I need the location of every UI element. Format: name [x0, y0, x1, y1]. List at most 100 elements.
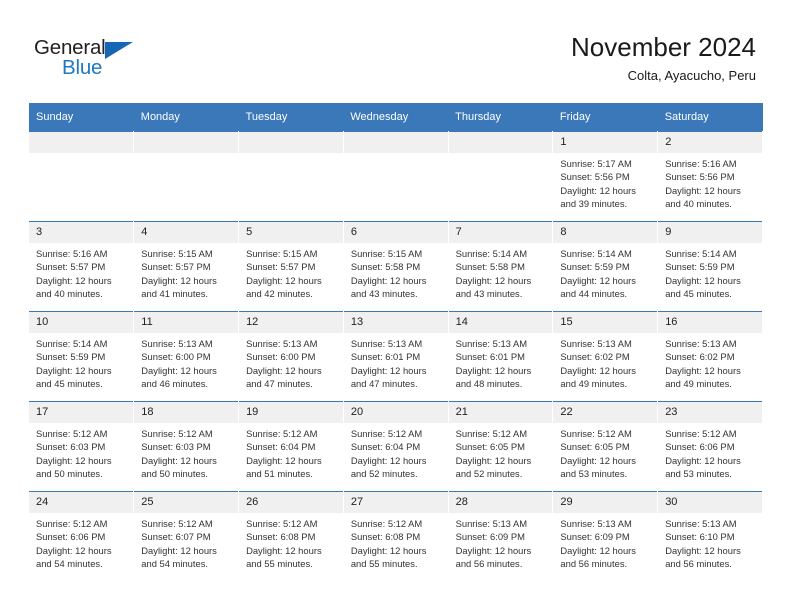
calendar-day-cell[interactable]: 25 Sunrise: 5:12 AM Sunset: 6:07 PM Dayligh… [133, 491, 240, 581]
daylight-text: Daylight: 12 hours and 47 minutes. [350, 364, 427, 390]
calendar-day-cell[interactable]: 9 Sunrise: 5:14 AM Sunset: 5:59 PM Daylight… [657, 221, 763, 312]
calendar-week-row: 1 Sunrise: 5:17 AM Sunset: 5:56 PM Daylight… [29, 131, 763, 222]
sunset-text: Sunset: 6:04 PM [350, 441, 421, 453]
sunset-text: Sunset: 5:58 PM [350, 261, 421, 273]
calendar-week-row: 10 Sunrise: 5:14 AM Sunset: 5:59 PM Dayligh… [29, 311, 763, 402]
daylight-text: Daylight: 12 hours and 48 minutes. [455, 364, 532, 390]
calendar-day-cell[interactable]: 10 Sunrise: 5:14 AM Sunset: 5:59 PM Dayligh… [29, 311, 135, 402]
calendar-day-cell[interactable]: 22 Sunrise: 5:12 AM Sunset: 6:05 PM Dayligh… [552, 401, 659, 492]
day-number [448, 132, 553, 153]
day-number: 25 [134, 492, 239, 513]
calendar-day-cell[interactable]: 30 Sunrise: 5:13 AM Sunset: 6:10 PM Dayligh… [657, 491, 763, 581]
calendar-day-cell[interactable]: 6 Sunrise: 5:15 AM Sunset: 5:58 PM Daylight… [343, 221, 449, 312]
sunset-text: Sunset: 6:02 PM [560, 351, 630, 363]
sunrise-text: Sunrise: 5:13 AM [455, 518, 528, 529]
logo-text-blue: Blue [62, 56, 103, 79]
calendar-day-cell[interactable]: 1 Sunrise: 5:17 AM Sunset: 5:56 PM Daylight… [552, 131, 659, 222]
day-sun-info: Sunrise: 5:12 AM Sunset: 6:06 PM Daylight:… [29, 513, 133, 571]
day-sun-info: Sunrise: 5:15 AM Sunset: 5:57 PM Daylight:… [134, 243, 238, 301]
sunset-text: Sunset: 5:59 PM [665, 261, 735, 273]
calendar-day-cell[interactable]: 17 Sunrise: 5:12 AM Sunset: 6:03 PM Dayligh… [29, 401, 135, 492]
sunrise-text: Sunrise: 5:15 AM [141, 248, 213, 259]
sunset-text: Sunset: 5:58 PM [455, 261, 525, 273]
calendar-day-cell[interactable]: 13 Sunrise: 5:13 AM Sunset: 6:01 PM Dayligh… [343, 311, 449, 402]
sunrise-text: Sunrise: 5:13 AM [141, 338, 213, 349]
day-number [29, 132, 134, 153]
sunset-text: Sunset: 6:05 PM [560, 441, 630, 453]
daylight-text: Daylight: 12 hours and 53 minutes. [560, 454, 636, 480]
calendar-day-cell[interactable]: 3 Sunrise: 5:16 AM Sunset: 5:57 PM Daylight… [29, 221, 135, 312]
daylight-text: Daylight: 12 hours and 49 minutes. [560, 364, 636, 390]
daylight-text: Daylight: 12 hours and 44 minutes. [560, 274, 636, 300]
day-number [343, 132, 448, 153]
calendar-day-cell[interactable]: 12 Sunrise: 5:13 AM Sunset: 6:00 PM Dayligh… [238, 311, 344, 402]
day-sun-info: Sunrise: 5:13 AM Sunset: 6:01 PM Daylight:… [344, 333, 448, 391]
sunrise-text: Sunrise: 5:15 AM [246, 248, 318, 259]
calendar-day-cell[interactable]: 4 Sunrise: 5:15 AM Sunset: 5:57 PM Daylight… [133, 221, 240, 312]
calendar-day-cell[interactable]: 28 Sunrise: 5:13 AM Sunset: 6:09 PM Dayligh… [448, 491, 554, 581]
sunset-text: Sunset: 6:07 PM [141, 531, 211, 543]
calendar-day-cell[interactable]: 15 Sunrise: 5:13 AM Sunset: 6:02 PM Dayligh… [552, 311, 659, 402]
day-sun-info: Sunrise: 5:13 AM Sunset: 6:09 PM Daylight:… [449, 513, 553, 571]
calendar-day-cell[interactable]: 27 Sunrise: 5:12 AM Sunset: 6:08 PM Dayligh… [343, 491, 449, 581]
calendar-day-cell[interactable]: 29 Sunrise: 5:13 AM Sunset: 6:09 PM Dayligh… [552, 491, 659, 581]
calendar-day-cell[interactable]: 2 Sunrise: 5:16 AM Sunset: 5:56 PM Daylight… [657, 131, 763, 222]
sunrise-text: Sunrise: 5:13 AM [665, 338, 737, 349]
calendar-day-cell[interactable]: 11 Sunrise: 5:13 AM Sunset: 6:00 PM Dayligh… [133, 311, 240, 402]
daylight-text: Daylight: 12 hours and 46 minutes. [141, 364, 217, 390]
day-number: 7 [448, 222, 553, 243]
sunset-text: Sunset: 6:03 PM [36, 441, 106, 453]
sunset-text: Sunset: 6:01 PM [455, 351, 525, 363]
daylight-text: Daylight: 12 hours and 43 minutes. [350, 274, 427, 300]
calendar-day-cell[interactable]: 21 Sunrise: 5:12 AM Sunset: 6:05 PM Dayligh… [448, 401, 554, 492]
daylight-text: Daylight: 12 hours and 40 minutes. [36, 274, 112, 300]
calendar-day-cell[interactable]: 23 Sunrise: 5:12 AM Sunset: 6:06 PM Dayligh… [657, 401, 763, 492]
calendar-day-cell[interactable]: 16 Sunrise: 5:13 AM Sunset: 6:02 PM Dayligh… [657, 311, 763, 402]
weekday-header-saturday: Saturday [657, 103, 763, 132]
calendar-day-cell[interactable]: 14 Sunrise: 5:13 AM Sunset: 6:01 PM Dayligh… [448, 311, 554, 402]
sunset-text: Sunset: 5:57 PM [141, 261, 211, 273]
day-number: 17 [29, 402, 134, 423]
calendar-day-cell-empty [343, 131, 449, 222]
calendar-page: General Blue November 2024 Colta, Ayacuc… [0, 0, 792, 612]
calendar-day-cell-empty [29, 131, 135, 222]
weekday-header-sunday: Sunday [29, 103, 134, 132]
calendar-day-cell[interactable]: 19 Sunrise: 5:12 AM Sunset: 6:04 PM Dayligh… [238, 401, 344, 492]
daylight-text: Daylight: 12 hours and 52 minutes. [350, 454, 427, 480]
daylight-text: Daylight: 12 hours and 49 minutes. [665, 364, 741, 390]
daylight-text: Daylight: 12 hours and 54 minutes. [141, 544, 217, 570]
calendar-week-row: 24 Sunrise: 5:12 AM Sunset: 6:06 PM Dayligh… [29, 491, 763, 581]
day-number: 29 [553, 492, 658, 513]
calendar-header-row: Sunday Monday Tuesday Wednesday Thursday… [29, 103, 763, 132]
calendar-day-cell[interactable]: 18 Sunrise: 5:12 AM Sunset: 6:03 PM Dayligh… [133, 401, 240, 492]
day-number: 15 [553, 312, 658, 333]
sunset-text: Sunset: 5:59 PM [560, 261, 630, 273]
sunset-text: Sunset: 6:06 PM [665, 441, 735, 453]
weekday-header-thursday: Thursday [448, 103, 553, 132]
day-sun-info: Sunrise: 5:12 AM Sunset: 6:03 PM Daylight:… [29, 423, 133, 481]
general-blue-logo[interactable]: General Blue [34, 36, 164, 86]
sunset-text: Sunset: 6:04 PM [246, 441, 316, 453]
page-title: November 2024 [571, 32, 756, 62]
daylight-text: Daylight: 12 hours and 53 minutes. [665, 454, 741, 480]
sunset-text: Sunset: 5:57 PM [36, 261, 106, 273]
calendar-day-cell[interactable]: 24 Sunrise: 5:12 AM Sunset: 6:06 PM Dayligh… [29, 491, 135, 581]
sunrise-text: Sunrise: 5:13 AM [455, 338, 528, 349]
calendar-day-cell[interactable]: 26 Sunrise: 5:12 AM Sunset: 6:08 PM Dayligh… [238, 491, 344, 581]
day-number: 9 [658, 222, 762, 243]
sunrise-text: Sunrise: 5:12 AM [246, 428, 318, 439]
day-sun-info: Sunrise: 5:13 AM Sunset: 6:00 PM Daylight:… [134, 333, 238, 391]
calendar-day-cell[interactable]: 8 Sunrise: 5:14 AM Sunset: 5:59 PM Daylight… [552, 221, 659, 312]
sunrise-text: Sunrise: 5:14 AM [36, 338, 108, 349]
day-number: 12 [239, 312, 343, 333]
day-sun-info: Sunrise: 5:13 AM Sunset: 6:02 PM Daylight:… [658, 333, 762, 391]
calendar-day-cell[interactable]: 20 Sunrise: 5:12 AM Sunset: 6:04 PM Dayligh… [343, 401, 449, 492]
day-sun-info: Sunrise: 5:17 AM Sunset: 5:56 PM Daylight:… [553, 153, 657, 211]
sunset-text: Sunset: 6:01 PM [350, 351, 421, 363]
weekday-header-monday: Monday [133, 103, 239, 132]
calendar-day-cell[interactable]: 7 Sunrise: 5:14 AM Sunset: 5:58 PM Daylight… [448, 221, 554, 312]
calendar-day-cell[interactable]: 5 Sunrise: 5:15 AM Sunset: 5:57 PM Daylight… [238, 221, 344, 312]
day-sun-info: Sunrise: 5:15 AM Sunset: 5:58 PM Daylight:… [344, 243, 448, 301]
daylight-text: Daylight: 12 hours and 45 minutes. [36, 364, 112, 390]
day-number: 11 [134, 312, 239, 333]
